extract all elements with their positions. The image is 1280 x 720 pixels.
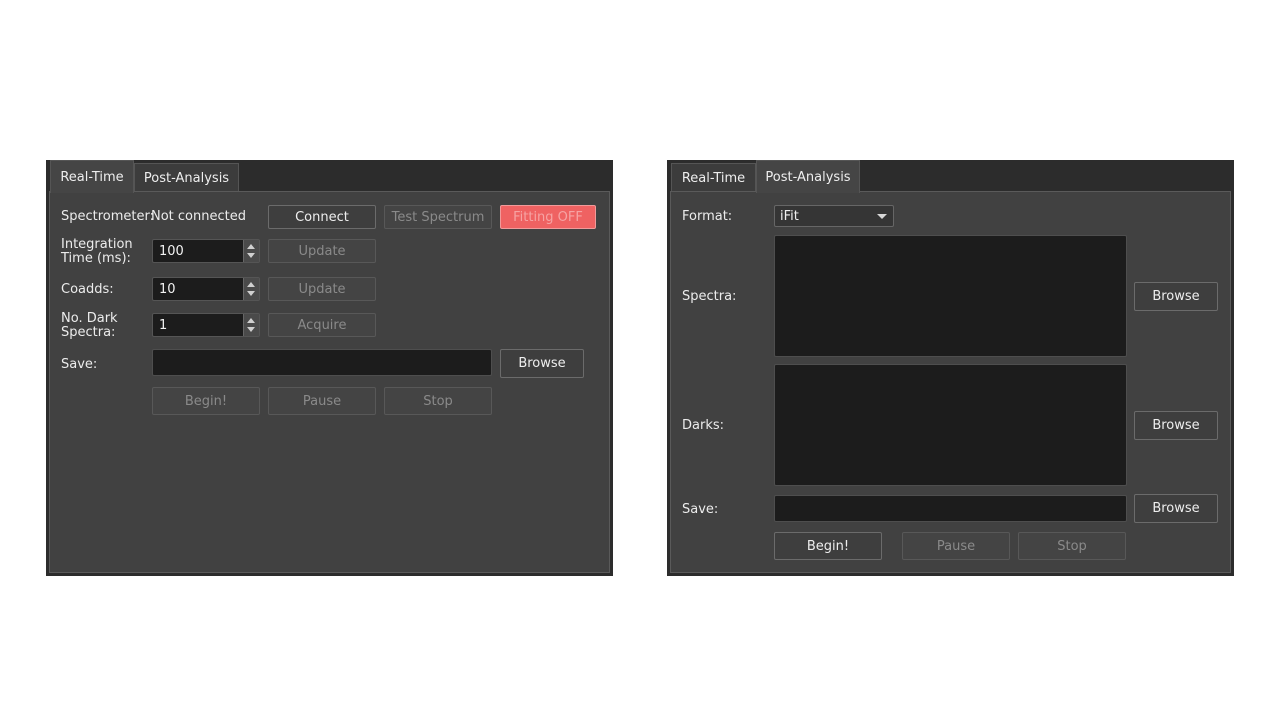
postanalysis-panel: Real-Time Post-Analysis Format: iFit Spe… — [667, 160, 1234, 576]
spectrometer-status: Not connected — [151, 209, 246, 224]
postanalysis-tab-pane: Format: iFit Spectra: Browse Darks: Brow… — [670, 191, 1231, 573]
spin-up-icon[interactable] — [247, 244, 255, 249]
dark-label-line2: Spectra: — [61, 325, 116, 340]
tab-bar: Real-Time Post-Analysis — [667, 160, 1234, 193]
browse-save-button[interactable]: Browse — [500, 349, 584, 378]
format-select[interactable]: iFit — [774, 205, 894, 227]
coadds-value: 10 — [159, 282, 176, 297]
spin-down-icon[interactable] — [247, 291, 255, 296]
darks-label: Darks: — [682, 418, 725, 433]
pause-button[interactable]: Pause — [902, 532, 1010, 560]
begin-button[interactable]: Begin! — [152, 387, 260, 415]
stop-button[interactable]: Stop — [1018, 532, 1126, 560]
dark-spectra-spinbox[interactable]: 1 — [152, 313, 260, 337]
browse-save-button[interactable]: Browse — [1134, 494, 1218, 523]
integration-label-line2: Time (ms): — [61, 251, 131, 266]
darks-file-list[interactable] — [774, 364, 1127, 486]
fitting-toggle-button[interactable]: Fitting OFF — [500, 205, 596, 229]
integration-time-label: Integration Time (ms): — [61, 238, 133, 266]
begin-button[interactable]: Begin! — [774, 532, 882, 560]
dark-spin-arrows[interactable] — [243, 314, 259, 336]
test-spectrum-button[interactable]: Test Spectrum — [384, 205, 492, 229]
browse-darks-button[interactable]: Browse — [1134, 411, 1218, 440]
acquire-button[interactable]: Acquire — [268, 313, 376, 337]
spin-up-icon[interactable] — [247, 282, 255, 287]
browse-spectra-button[interactable]: Browse — [1134, 282, 1218, 311]
tab-real-time[interactable]: Real-Time — [671, 163, 756, 192]
integration-time-value: 100 — [159, 244, 184, 259]
pause-button[interactable]: Pause — [268, 387, 376, 415]
spectrometer-label: Spectrometer: — [61, 209, 155, 224]
stop-button[interactable]: Stop — [384, 387, 492, 415]
update-integration-button[interactable]: Update — [268, 239, 376, 263]
tab-bar: Real-Time Post-Analysis — [46, 160, 613, 193]
save-path-input[interactable] — [152, 349, 492, 376]
dark-spectra-value: 1 — [159, 318, 168, 333]
coadds-spinbox[interactable]: 10 — [152, 277, 260, 301]
update-coadds-button[interactable]: Update — [268, 277, 376, 301]
format-label: Format: — [682, 209, 733, 224]
coadds-label: Coadds: — [61, 282, 114, 297]
save-path-input[interactable] — [774, 495, 1127, 522]
spin-down-icon[interactable] — [247, 253, 255, 258]
integration-spin-arrows[interactable] — [243, 240, 259, 262]
spectra-label: Spectra: — [682, 289, 737, 304]
save-label: Save: — [682, 502, 719, 517]
dark-spectra-label: No. Dark Spectra: — [61, 312, 118, 340]
spin-up-icon[interactable] — [247, 318, 255, 323]
tab-real-time[interactable]: Real-Time — [50, 160, 134, 193]
realtime-panel: Real-Time Post-Analysis Spectrometer: No… — [46, 160, 613, 576]
integration-time-spinbox[interactable]: 100 — [152, 239, 260, 263]
coadds-spin-arrows[interactable] — [243, 278, 259, 300]
realtime-tab-pane: Spectrometer: Not connected Connect Test… — [49, 191, 610, 573]
spin-down-icon[interactable] — [247, 327, 255, 332]
chevron-down-icon[interactable] — [877, 214, 887, 219]
tab-post-analysis[interactable]: Post-Analysis — [756, 160, 860, 193]
format-select-value: iFit — [780, 209, 799, 224]
tab-post-analysis[interactable]: Post-Analysis — [134, 163, 239, 192]
dark-label-line1: No. Dark — [61, 311, 118, 326]
spectra-file-list[interactable] — [774, 235, 1127, 357]
integration-label-line1: Integration — [61, 237, 133, 252]
connect-button[interactable]: Connect — [268, 205, 376, 229]
save-label: Save: — [61, 357, 98, 372]
